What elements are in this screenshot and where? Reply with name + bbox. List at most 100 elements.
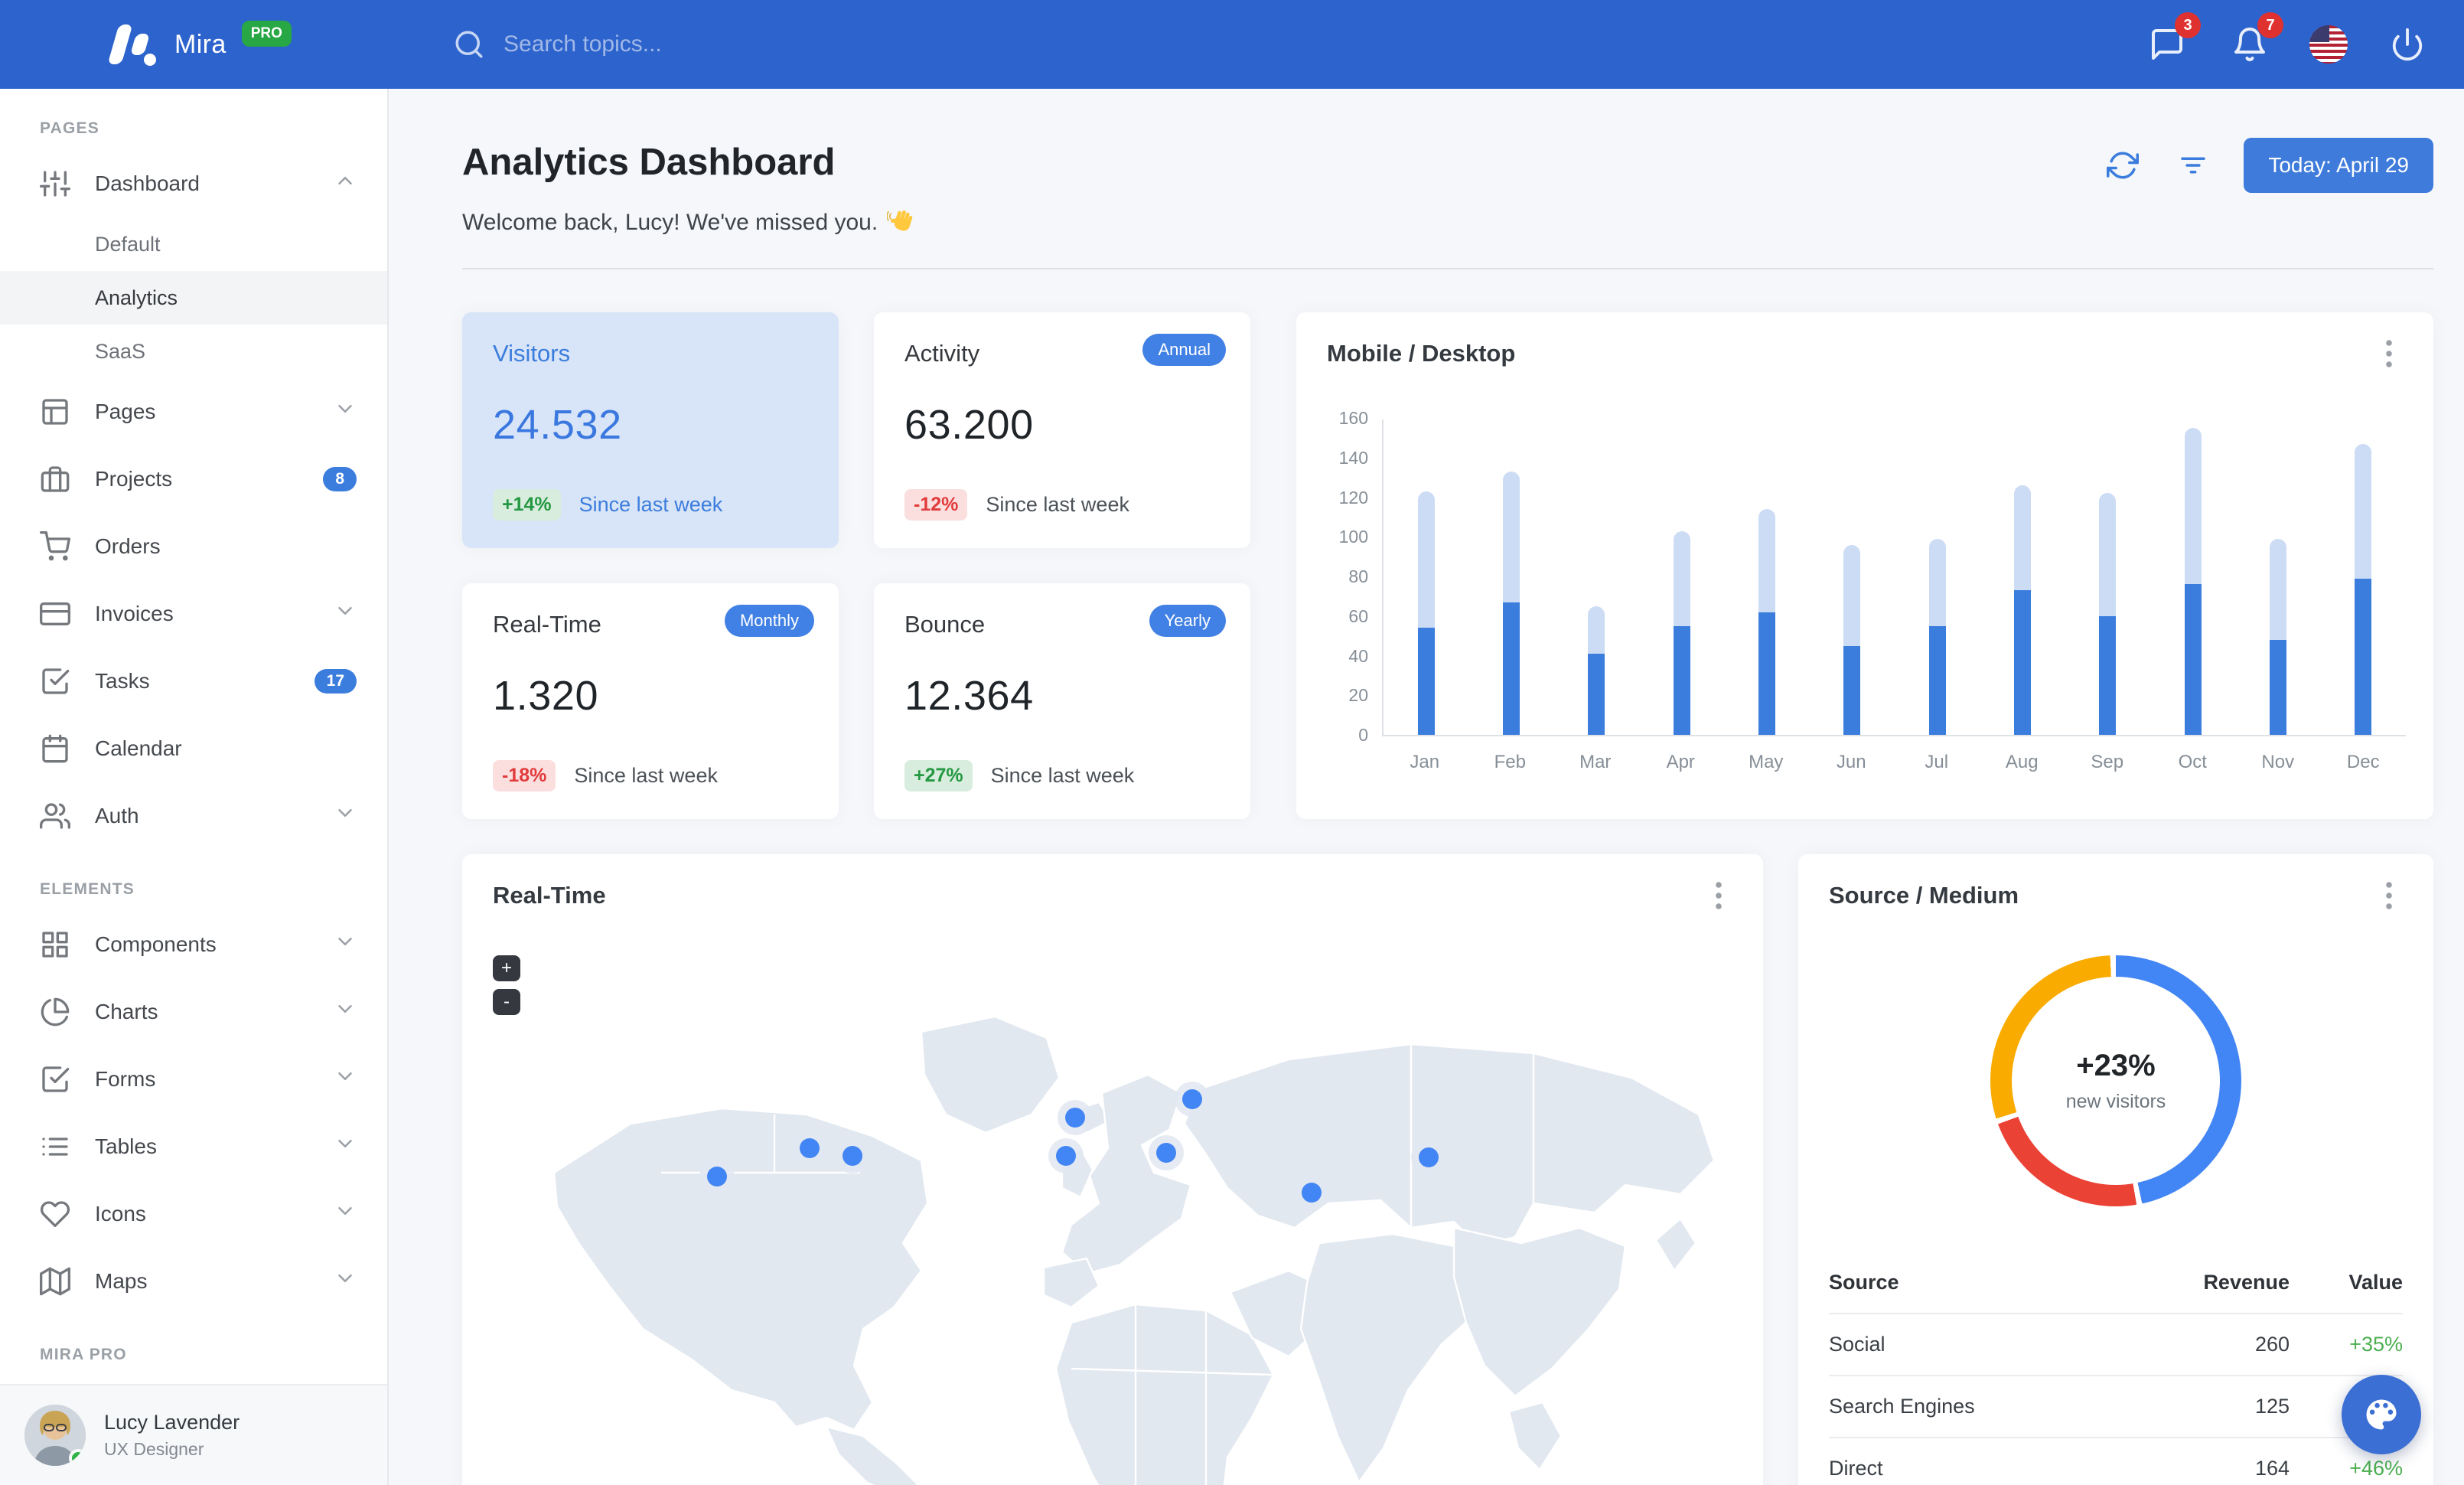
sidebar-item-forms[interactable]: Forms (0, 1046, 387, 1113)
sidebar-item-tasks[interactable]: Tasks 17 (0, 648, 387, 715)
palette-icon (2366, 1399, 2397, 1430)
map-marker[interactable] (799, 1138, 820, 1159)
bar-jun (1843, 544, 1861, 735)
stat-delta-chip: -18% (493, 760, 556, 791)
map-marker[interactable] (1181, 1088, 1202, 1109)
map-marker[interactable] (1419, 1147, 1439, 1168)
world-map-graphic (552, 1015, 1716, 1485)
stat-value: 24.532 (493, 402, 622, 448)
navbar-search (453, 28, 2144, 60)
x-axis-label: Mar (1579, 752, 1612, 772)
main-content: Analytics Dashboard Welcome back, Lucy! … (389, 89, 2464, 1485)
sidebar-subitem-saas[interactable]: SaaS (0, 325, 387, 378)
kebab-icon (1716, 882, 1722, 909)
source-medium-card: Source / Medium +23% new visitors Source… (1798, 854, 2433, 1485)
x-axis-label: Dec (2346, 752, 2380, 772)
stat-period-pill[interactable]: Monthly (724, 605, 814, 637)
bar-aug (2013, 485, 2031, 735)
bar-feb (1502, 471, 1520, 735)
map-marker[interactable] (1155, 1143, 1176, 1164)
chevron-down-icon (334, 1065, 357, 1094)
sidebar-subitem-analytics[interactable]: Analytics (0, 271, 387, 325)
stats-grid: Visitors 24.532 +14% Since last week Activit… (462, 312, 1250, 819)
chevron-down-icon (334, 997, 357, 1026)
logout-button[interactable] (2384, 21, 2430, 67)
sidebar-item-icons[interactable]: Icons (0, 1180, 387, 1248)
map-zoom-out-button[interactable]: - (493, 989, 520, 1015)
chevron-down-icon (334, 801, 357, 831)
sidebar-subitem-default[interactable]: Default (0, 217, 387, 271)
chevron-down-icon (334, 397, 357, 426)
bar-dec (2355, 443, 2372, 735)
x-axis-label: Feb (1494, 752, 1526, 772)
theme-settings-fab[interactable] (2342, 1375, 2421, 1454)
sidebar-item-maps[interactable]: Maps (0, 1248, 387, 1315)
sidebar-user[interactable]: Lucy Lavender UX Designer (0, 1384, 387, 1485)
list-icon (40, 1131, 70, 1162)
refresh-button[interactable] (2103, 145, 2143, 185)
source-table: Source Revenue Value Social 260 +35% Search… (1829, 1252, 2403, 1485)
chevron-down-icon (334, 1132, 357, 1161)
stat-delta-chip: +27% (904, 760, 973, 791)
stat-title: Visitors (493, 340, 571, 367)
chart-card-title: Mobile / Desktop (1327, 340, 1516, 367)
today-button[interactable]: Today: April 29 (2244, 138, 2433, 193)
map-marker[interactable] (1055, 1146, 1076, 1167)
briefcase-icon (40, 464, 70, 494)
sidebar-item-dashboard[interactable]: Dashboard (0, 150, 387, 217)
sidebar-item-orders[interactable]: Orders (0, 513, 387, 580)
language-flag-us-icon[interactable] (2309, 25, 2348, 64)
donut-center-caption: new visitors (2065, 1091, 2166, 1112)
notifications-badge: 7 (2257, 12, 2283, 38)
sidebar-badge: 17 (314, 669, 357, 694)
bar-may (1758, 509, 1775, 735)
filter-icon (2181, 157, 2206, 174)
sidebar-item-calendar[interactable]: Calendar (0, 715, 387, 782)
messages-button[interactable]: 3 (2144, 12, 2201, 67)
chart-card-menu-button[interactable] (2375, 340, 2403, 367)
bar-mar (1588, 605, 1605, 735)
y-axis-tick-label: 80 (1348, 566, 1368, 586)
bar-sep (2099, 493, 2117, 735)
chevron-down-icon (334, 599, 357, 628)
stat-period-pill[interactable]: Yearly (1149, 605, 1226, 637)
sidebar-item-invoices[interactable]: Invoices (0, 580, 387, 648)
y-axis-tick-label: 120 (1338, 487, 1368, 508)
map-zoom-in-button[interactable]: + (493, 955, 520, 981)
sidebar-item-projects[interactable]: Projects 8 (0, 445, 387, 513)
stat-value: 1.320 (493, 673, 599, 719)
x-axis-label: Jan (1410, 752, 1440, 772)
source-card-title: Source / Medium (1829, 882, 2019, 909)
map-card-menu-button[interactable] (1705, 882, 1732, 909)
search-input[interactable] (504, 31, 963, 57)
map-marker[interactable] (707, 1167, 728, 1187)
map-marker[interactable] (1064, 1107, 1085, 1128)
stat-delta-chip: -12% (904, 489, 968, 521)
notifications-button[interactable]: 7 (2227, 12, 2283, 67)
sidebar-item-pages[interactable]: Pages (0, 378, 387, 445)
sidebar-section-label: MIRA PRO (40, 1346, 127, 1363)
filter-button[interactable] (2173, 145, 2213, 185)
stat-period-pill[interactable]: Annual (1142, 334, 1226, 366)
bar-oct (2184, 427, 2202, 735)
cart-icon (40, 531, 71, 562)
map-marker[interactable] (1302, 1183, 1322, 1203)
sidebar: PAGES Dashboard Default Analytics SaaS Pages P… (0, 89, 389, 1485)
brand-name: Mira (174, 29, 227, 59)
world-map: + - (462, 943, 1763, 1485)
brand[interactable]: Mira PRO (0, 21, 389, 67)
sidebar-item-auth[interactable]: Auth (0, 782, 387, 850)
kebab-icon (2386, 340, 2392, 367)
source-card-menu-button[interactable] (2375, 882, 2403, 909)
stat-caption: Since last week (986, 493, 1129, 516)
sidebar-item-charts[interactable]: Charts (0, 978, 387, 1046)
source-revenue: 125 (2254, 1395, 2290, 1418)
y-axis-tick-label: 40 (1348, 645, 1368, 666)
stat-card-bounce: Bounce Yearly 12.364 +27% Since last week (874, 583, 1250, 819)
sidebar-item-tables[interactable]: Tables (0, 1113, 387, 1180)
map-marker[interactable] (843, 1146, 862, 1167)
stat-card-activity: Activity Annual 63.200 -12% Since last week (874, 312, 1250, 548)
app-root: Mira PRO 3 7 PAGESDashboardDefaultAnalyt… (0, 0, 2464, 1485)
sidebar-item-components[interactable]: Components (0, 911, 387, 978)
source-table-row: Search Engines125-12% (1829, 1375, 2403, 1437)
